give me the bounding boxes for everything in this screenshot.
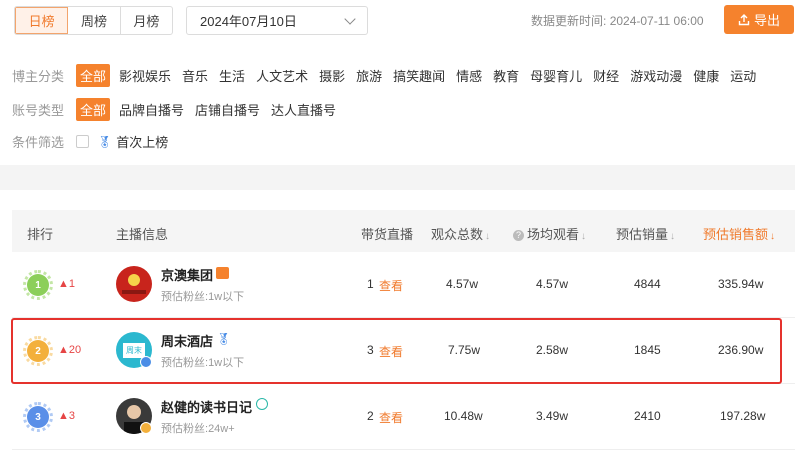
col-revenue[interactable]: 预估销售额 ↓ bbox=[703, 224, 775, 243]
chip-category[interactable]: 音乐 bbox=[182, 65, 208, 86]
table-row[interactable]: 3 ▲3 赵健的读书日记 预估粉丝:24w+ 2 查看 10.48w 3.49w… bbox=[12, 384, 795, 450]
chip-category[interactable]: 财经 bbox=[593, 65, 619, 86]
first-listing-label: 首次上榜 bbox=[116, 135, 169, 150]
update-time: 数据更新时间: 2024-07-11 06:00 bbox=[531, 14, 704, 28]
chip-category[interactable]: 摄影 bbox=[319, 65, 345, 86]
section-divider bbox=[0, 165, 795, 190]
live-count: 1 bbox=[367, 277, 374, 291]
chip-category[interactable]: 健康 bbox=[693, 65, 719, 86]
revenue-value: 335.94w bbox=[718, 277, 764, 291]
chip-account-type[interactable]: 达人直播号 bbox=[271, 99, 336, 120]
rank-medal-icon: 1 bbox=[23, 270, 53, 300]
chip-category[interactable]: 情感 bbox=[456, 65, 482, 86]
avg-watch-value: 4.57w bbox=[536, 277, 569, 291]
help-icon: ? bbox=[513, 230, 524, 241]
col-info: 主播信息 bbox=[116, 227, 169, 242]
sales-value: 4844 bbox=[634, 277, 661, 291]
avg-watch-value: 3.49w bbox=[536, 409, 569, 423]
avatar[interactable] bbox=[116, 266, 152, 302]
view-link[interactable]: 查看 bbox=[379, 277, 403, 294]
export-button[interactable]: 导出 bbox=[724, 5, 794, 34]
sort-icon: ↓ bbox=[770, 231, 776, 242]
shop-icon bbox=[216, 267, 229, 279]
anchor-name[interactable]: 京澳集团 bbox=[161, 265, 213, 284]
chevron-down-icon bbox=[344, 13, 356, 25]
first-listing-checkbox[interactable] bbox=[76, 135, 89, 148]
date-value: 2024年07月10日 bbox=[200, 14, 297, 29]
account-type-filter: 账号类型 全部 品牌自播号 店铺自播号 达人直播号 bbox=[12, 98, 347, 121]
chip-category[interactable]: 生活 bbox=[219, 65, 245, 86]
filter-label: 博主分类 bbox=[12, 69, 65, 84]
col-rank: 排行 bbox=[27, 227, 54, 242]
chip-category[interactable]: 旅游 bbox=[356, 65, 382, 86]
viewers-value: 10.48w bbox=[444, 409, 483, 423]
chip-category[interactable]: 母婴育儿 bbox=[530, 65, 582, 86]
sales-value: 2410 bbox=[634, 409, 661, 423]
filter-label: 条件筛选 bbox=[12, 135, 65, 150]
date-picker[interactable]: 2024年07月10日 bbox=[186, 6, 368, 35]
view-link[interactable]: 查看 bbox=[379, 409, 403, 426]
chip-category[interactable]: 影视娱乐 bbox=[119, 65, 171, 86]
chip-account-type[interactable]: 店铺自播号 bbox=[195, 99, 260, 120]
fans-count: 预估粉丝:24w+ bbox=[161, 423, 235, 435]
period-tabs: 日榜 周榜 月榜 bbox=[14, 6, 173, 35]
category-filter: 博主分类 全部 影视娱乐 音乐 生活 人文艺术 摄影 旅游 搞笑趣闻 情感 教育… bbox=[12, 64, 767, 87]
col-live: 带货直播 bbox=[361, 227, 414, 242]
filter-label: 账号类型 bbox=[12, 103, 65, 118]
live-count: 2 bbox=[367, 409, 374, 423]
viewers-value: 4.57w bbox=[446, 277, 479, 291]
col-avg-watch[interactable]: ? 场均观看 ↓ bbox=[513, 224, 586, 243]
sort-icon: ↓ bbox=[485, 231, 491, 242]
col-sales[interactable]: 预估销量 ↓ bbox=[616, 224, 675, 243]
sort-icon: ↓ bbox=[670, 231, 676, 242]
anchor-name[interactable]: 赵健的读书日记 bbox=[161, 397, 252, 416]
chip-category[interactable]: 运动 bbox=[730, 65, 756, 86]
person-badge-icon bbox=[256, 398, 268, 410]
col-viewers[interactable]: 观众总数 ↓ bbox=[431, 224, 490, 243]
chip-category[interactable]: 教育 bbox=[493, 65, 519, 86]
chip-all[interactable]: 全部 bbox=[76, 64, 111, 87]
table-row[interactable]: 1 ▲1 京澳集团 预估粉丝:1w以下 1 查看 4.57w 4.57w 484… bbox=[12, 252, 795, 318]
tab-daily[interactable]: 日榜 bbox=[15, 7, 69, 34]
medal-icon: 🏅︎ bbox=[97, 134, 113, 149]
rank-change: ▲3 bbox=[58, 410, 76, 422]
chip-account-type[interactable]: 品牌自播号 bbox=[119, 99, 184, 120]
sort-icon: ↓ bbox=[581, 231, 587, 242]
chip-all[interactable]: 全部 bbox=[76, 98, 111, 121]
chip-category[interactable]: 搞笑趣闻 bbox=[393, 65, 445, 86]
verified-icon bbox=[140, 422, 152, 434]
condition-filter: 条件筛选 🏅︎ 首次上榜 bbox=[12, 131, 179, 152]
fans-count: 预估粉丝:1w以下 bbox=[161, 291, 245, 303]
rank-medal-icon: 3 bbox=[23, 402, 53, 432]
rank-change: ▲1 bbox=[58, 278, 76, 290]
revenue-value: 197.28w bbox=[720, 409, 766, 423]
chip-category[interactable]: 游戏动漫 bbox=[630, 65, 682, 86]
export-icon bbox=[738, 13, 750, 25]
tab-weekly[interactable]: 周榜 bbox=[68, 7, 121, 34]
chip-category[interactable]: 人文艺术 bbox=[256, 65, 308, 86]
tab-monthly[interactable]: 月榜 bbox=[121, 7, 172, 34]
highlight-box bbox=[11, 318, 782, 384]
